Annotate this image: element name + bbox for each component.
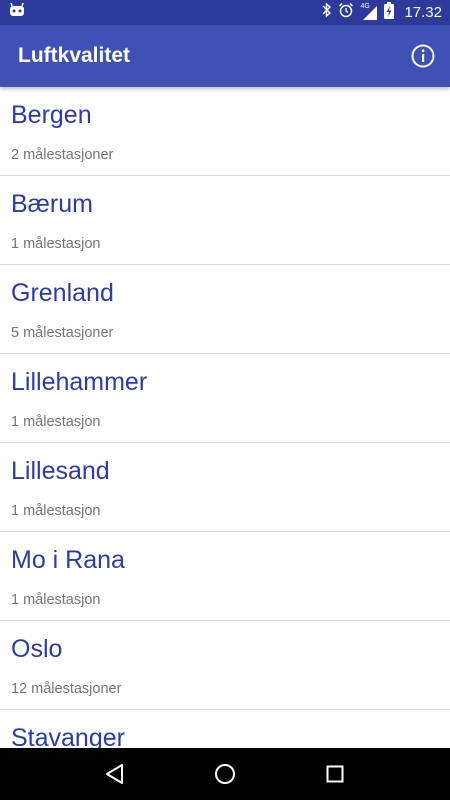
recents-button[interactable] [320,759,350,789]
bluetooth-icon [322,2,332,23]
android-debug-icon [9,2,25,22]
home-icon [215,764,235,784]
city-list[interactable]: Bergen 2 målestasjoner Bærum 1 målestasj… [0,87,450,748]
city-name: Stavanger [11,724,125,748]
list-item[interactable]: Lillehammer 1 målestasjon [0,354,450,443]
station-count: 1 målestasjon [11,236,101,252]
station-count: 12 målestasjoner [11,681,122,697]
battery-charging-icon [384,1,395,24]
home-button[interactable] [210,759,240,789]
alarm-icon [338,2,354,23]
navigation-bar [0,748,450,800]
status-bar: 4G 17.32 [0,0,450,25]
station-count: 1 målestasjon [11,414,101,430]
app-bar: Luftkvalitet [0,25,450,87]
recents-icon [326,765,344,783]
status-time: 17.32 [404,4,442,21]
city-name: Oslo [11,635,63,663]
list-item[interactable]: Bergen 2 målestasjoner [0,87,450,176]
station-count: 2 målestasjoner [11,147,114,163]
station-count: 1 målestasjon [11,592,101,608]
info-icon [411,44,435,68]
city-name: Lillesand [11,457,110,485]
back-icon [106,764,123,784]
list-item[interactable]: Oslo 12 målestasjoner [0,621,450,710]
list-item[interactable]: Mo i Rana 1 målestasjon [0,532,450,621]
city-name: Bærum [11,190,93,218]
city-name: Lillehammer [11,368,148,396]
list-item[interactable]: Stavanger [0,710,450,748]
city-name: Grenland [11,279,114,307]
page-title: Luftkvalitet [18,44,131,67]
status-icons: 4G 17.32 [322,1,442,24]
list-item[interactable]: Lillesand 1 målestasjon [0,443,450,532]
back-button[interactable] [100,759,130,789]
station-count: 1 målestasjon [11,503,101,519]
city-name: Mo i Rana [11,546,125,574]
list-item[interactable]: Bærum 1 målestasjon [0,176,450,265]
signal-icon: 4G [360,3,378,21]
station-count: 5 målestasjoner [11,325,114,341]
city-name: Bergen [11,101,92,129]
info-button[interactable] [410,43,436,69]
list-item[interactable]: Grenland 5 målestasjoner [0,265,450,354]
